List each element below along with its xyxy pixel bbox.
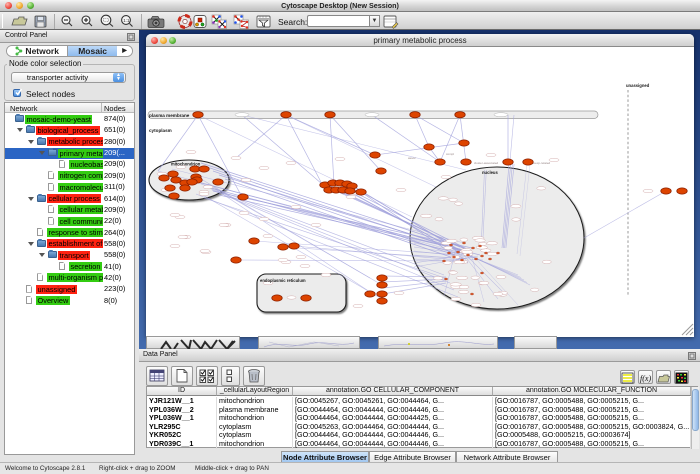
svg-text:coexp-related: coexp-related [532,161,551,165]
svg-text:cluster-associated: cluster-associated [474,161,499,165]
svg-text:assoc: assoc [408,156,416,160]
svg-text:f(x): f(x) [640,374,651,383]
svg-text:1:1: 1:1 [123,18,130,23]
svg-text:unassigned: unassigned [626,83,650,88]
svg-text:endoplasmic reticulum: endoplasmic reticulum [260,278,306,283]
svg-text:plasma membrane: plasma membrane [149,113,190,118]
svg-text:mitochondrion: mitochondrion [171,162,201,167]
svg-text:compl: compl [446,152,454,156]
svg-text:nucleus: nucleus [482,170,498,175]
svg-text:cytoplasm: cytoplasm [149,128,172,133]
